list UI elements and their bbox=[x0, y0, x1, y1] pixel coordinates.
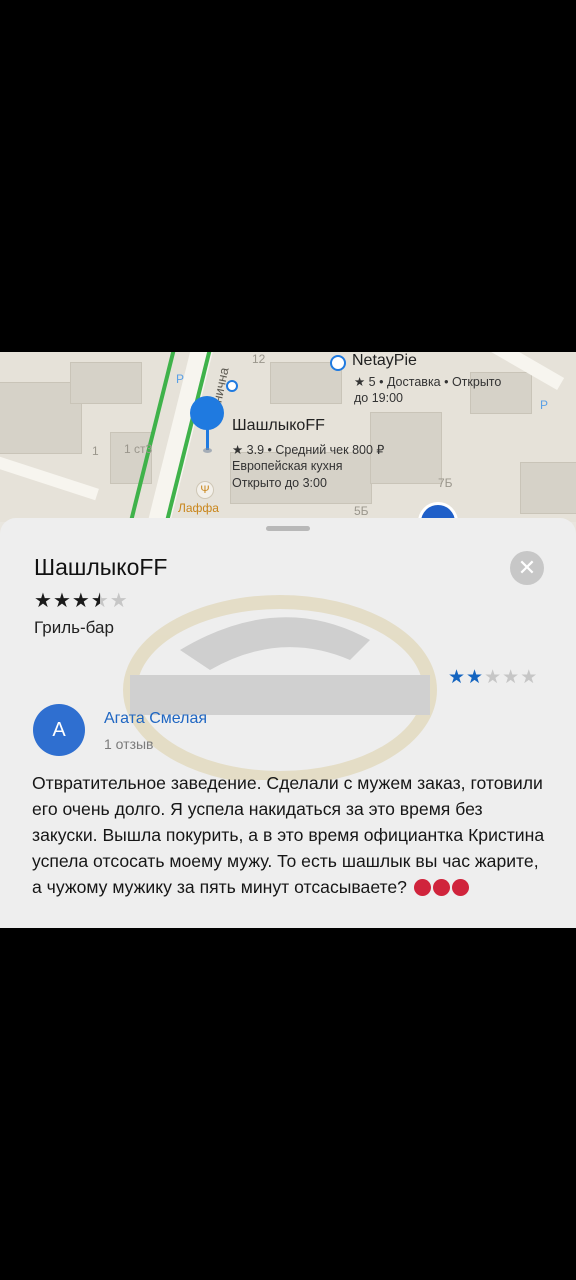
map-marker-icon[interactable] bbox=[226, 380, 238, 392]
drag-handle[interactable] bbox=[266, 526, 310, 531]
house-number: 1 bbox=[92, 444, 99, 458]
star-filled-icon: ★ bbox=[52, 590, 72, 612]
place-rating-stars: ★★★★★★ bbox=[34, 588, 129, 613]
star-empty-icon: ★ bbox=[484, 667, 503, 688]
restaurant-icon[interactable]: Ψ bbox=[196, 481, 214, 499]
poi-selected-name[interactable]: ШашлыкоFF bbox=[232, 417, 325, 435]
house-number: 7Б bbox=[438, 476, 453, 490]
poi-netaypie-hours: до 19:00 bbox=[354, 391, 403, 405]
place-category: Гриль-бар bbox=[34, 618, 114, 637]
star-filled-icon: ★ bbox=[71, 590, 91, 612]
parking-label: P bbox=[540, 398, 549, 412]
star-half-icon: ★★ bbox=[90, 590, 110, 612]
poi-selected-hours: Открыто до 3:00 bbox=[232, 476, 327, 490]
poi-netaypie-name[interactable]: NetayPie bbox=[352, 352, 417, 370]
house-number: 12 bbox=[252, 352, 266, 366]
angry-face-icon bbox=[432, 879, 450, 896]
map-building bbox=[70, 362, 142, 404]
star-empty-icon: ★ bbox=[520, 667, 539, 688]
map-road bbox=[0, 451, 99, 501]
angry-face-icon bbox=[451, 879, 469, 896]
review-rating-stars: ★★★★★ bbox=[448, 666, 538, 689]
netaypie-marker-icon[interactable] bbox=[330, 355, 346, 371]
house-number: 1 ст3 bbox=[124, 442, 153, 456]
poi-selected-rating: ★ 3.9 • Средний чек 800 ₽ bbox=[232, 443, 385, 457]
pin-shadow bbox=[203, 448, 212, 453]
place-card: ШашлыкоFF ★★★★★★ Гриль-бар ✕ ★★★★★ А Ага… bbox=[0, 518, 576, 928]
parking-label: P bbox=[176, 372, 185, 386]
close-icon[interactable]: ✕ bbox=[510, 551, 544, 585]
map-building bbox=[520, 462, 576, 514]
avatar[interactable]: А bbox=[33, 704, 85, 756]
selected-place-pin-icon[interactable] bbox=[190, 396, 224, 430]
poi-selected-cuisine: Европейская кухня bbox=[232, 459, 343, 473]
angry-face-icon bbox=[413, 879, 431, 896]
review-author-count: 1 отзыв bbox=[104, 736, 154, 752]
poi-netaypie-info: ★ 5 • Доставка • Открыто bbox=[354, 375, 502, 389]
star-empty-icon: ★ bbox=[502, 667, 521, 688]
star-filled-icon: ★ bbox=[466, 667, 485, 688]
review-author[interactable]: Агата Смелая bbox=[104, 710, 207, 728]
house-number: 5Б bbox=[354, 504, 369, 518]
watermark-logo-icon bbox=[123, 595, 437, 780]
review-body: Отвратительное заведение. Сделали с муже… bbox=[32, 773, 545, 897]
star-empty-icon: ★ bbox=[109, 590, 129, 612]
screenshot-area: анична 12 1 1 ст3 7Б 5Б P P Лаффа NetayP… bbox=[0, 352, 576, 928]
map[interactable]: анична 12 1 1 ст3 7Б 5Б P P Лаффа NetayP… bbox=[0, 352, 576, 522]
poi-label-lafa[interactable]: Лаффа bbox=[178, 501, 219, 515]
star-filled-icon: ★ bbox=[448, 667, 467, 688]
pin-tail bbox=[206, 428, 209, 450]
place-title: ШашлыкоFF bbox=[34, 554, 168, 580]
star-filled-icon: ★ bbox=[34, 590, 53, 612]
review-text: Отвратительное заведение. Сделали с муже… bbox=[32, 770, 552, 900]
